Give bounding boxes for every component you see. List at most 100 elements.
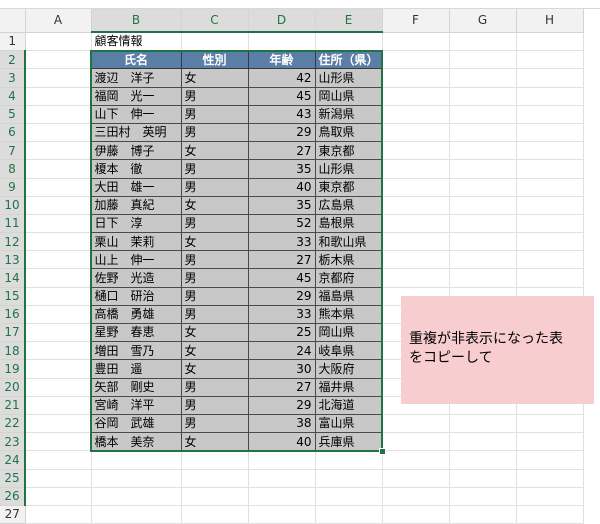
address-cell[interactable]: 山形県	[314, 68, 383, 88]
cell[interactable]	[382, 196, 450, 215]
cell[interactable]	[25, 159, 92, 179]
cell[interactable]	[449, 32, 517, 52]
row-header[interactable]: 25	[0, 469, 26, 488]
gender-cell[interactable]: 男	[180, 304, 249, 325]
gender-cell[interactable]: 女	[180, 341, 249, 361]
cell[interactable]	[382, 432, 450, 452]
cell[interactable]	[382, 268, 450, 288]
gender-cell[interactable]: 男	[180, 104, 249, 124]
cell[interactable]	[25, 232, 92, 252]
age-cell[interactable]: 29	[247, 122, 316, 143]
row-header[interactable]: 16	[0, 305, 26, 325]
cell[interactable]	[382, 105, 450, 124]
cell[interactable]	[25, 305, 92, 325]
cell[interactable]	[516, 68, 584, 88]
cell[interactable]	[382, 178, 450, 197]
cell[interactable]	[382, 250, 450, 270]
cell[interactable]	[25, 487, 92, 506]
name-cell[interactable]: 橋本 美奈	[90, 432, 182, 452]
cell[interactable]	[516, 250, 584, 270]
cell[interactable]	[516, 105, 584, 124]
age-cell[interactable]: 30	[247, 359, 316, 379]
cell[interactable]	[449, 105, 517, 124]
cell[interactable]	[516, 141, 584, 161]
cell[interactable]	[248, 469, 316, 488]
cell[interactable]	[516, 87, 584, 106]
cell[interactable]	[382, 123, 450, 143]
gender-cell[interactable]: 女	[180, 68, 249, 88]
cell[interactable]	[449, 178, 517, 197]
cell[interactable]	[449, 50, 517, 70]
cell[interactable]	[382, 487, 450, 506]
cell[interactable]	[449, 505, 517, 524]
gender-cell[interactable]: 男	[180, 250, 249, 270]
cell[interactable]	[516, 232, 584, 252]
cell[interactable]	[25, 87, 92, 106]
address-cell[interactable]: 福井県	[314, 377, 383, 397]
age-cell[interactable]: 29	[247, 286, 316, 306]
name-cell[interactable]: 佐野 光造	[90, 268, 182, 288]
cell[interactable]	[25, 414, 92, 434]
address-cell[interactable]: 広島県	[314, 195, 383, 215]
row-header[interactable]: 23	[0, 432, 26, 452]
cell[interactable]	[382, 414, 450, 434]
gender-cell[interactable]: 男	[180, 413, 249, 434]
cell[interactable]	[516, 450, 584, 470]
cell[interactable]	[449, 450, 517, 470]
age-cell[interactable]: 33	[247, 304, 316, 325]
age-cell[interactable]: 25	[247, 322, 316, 343]
cell[interactable]	[449, 414, 517, 434]
cell[interactable]	[516, 487, 584, 506]
address-cell[interactable]: 富山県	[314, 413, 383, 434]
cell[interactable]	[25, 359, 92, 379]
row-header[interactable]: 8	[0, 159, 26, 179]
column-header-d[interactable]: D	[248, 9, 316, 33]
cell[interactable]	[315, 450, 383, 470]
cell[interactable]	[25, 50, 92, 70]
gender-cell[interactable]: 女	[180, 322, 249, 343]
cell[interactable]	[382, 141, 450, 161]
select-all-corner[interactable]	[0, 9, 26, 33]
name-cell[interactable]: 星野 春恵	[90, 322, 182, 343]
gender-cell[interactable]: 男	[180, 286, 249, 306]
row-header[interactable]: 15	[0, 287, 26, 306]
cell[interactable]	[25, 123, 92, 143]
cell[interactable]	[25, 268, 92, 288]
age-cell[interactable]: 24	[247, 341, 316, 361]
row-header[interactable]: 10	[0, 196, 26, 215]
gender-cell[interactable]: 女	[180, 232, 249, 252]
cell[interactable]	[25, 378, 92, 397]
gender-cell[interactable]: 男	[180, 377, 249, 397]
address-cell[interactable]: 栃木県	[314, 250, 383, 270]
cell[interactable]	[25, 469, 92, 488]
cell[interactable]	[315, 505, 383, 524]
address-cell[interactable]: 山形県	[314, 159, 383, 179]
cell[interactable]	[91, 487, 182, 506]
age-cell[interactable]: 45	[247, 268, 316, 288]
cell[interactable]	[315, 32, 383, 52]
row-header[interactable]: 3	[0, 68, 26, 88]
cell[interactable]	[25, 450, 92, 470]
age-cell[interactable]: 27	[247, 250, 316, 270]
cell[interactable]	[248, 32, 316, 52]
gender-cell[interactable]: 女	[180, 195, 249, 215]
cell[interactable]	[449, 87, 517, 106]
cell[interactable]	[516, 159, 584, 179]
cell[interactable]	[516, 414, 584, 434]
name-cell[interactable]: 加藤 真紀	[90, 195, 182, 215]
row-header[interactable]: 20	[0, 378, 26, 397]
row-header[interactable]: 4	[0, 87, 26, 106]
cell[interactable]	[25, 396, 92, 415]
age-cell[interactable]: 29	[247, 395, 316, 415]
name-cell[interactable]: 谷岡 武雄	[90, 413, 182, 434]
name-cell[interactable]: 矢部 剛史	[90, 377, 182, 397]
gender-cell[interactable]: 男	[180, 177, 249, 197]
age-cell[interactable]: 27	[247, 377, 316, 397]
cell[interactable]	[382, 68, 450, 88]
name-cell[interactable]: 大田 雄一	[90, 177, 182, 197]
row-header[interactable]: 6	[0, 123, 26, 143]
cell[interactable]	[382, 450, 450, 470]
cell[interactable]	[25, 505, 92, 524]
age-cell[interactable]: 33	[247, 232, 316, 252]
cell[interactable]	[449, 141, 517, 161]
